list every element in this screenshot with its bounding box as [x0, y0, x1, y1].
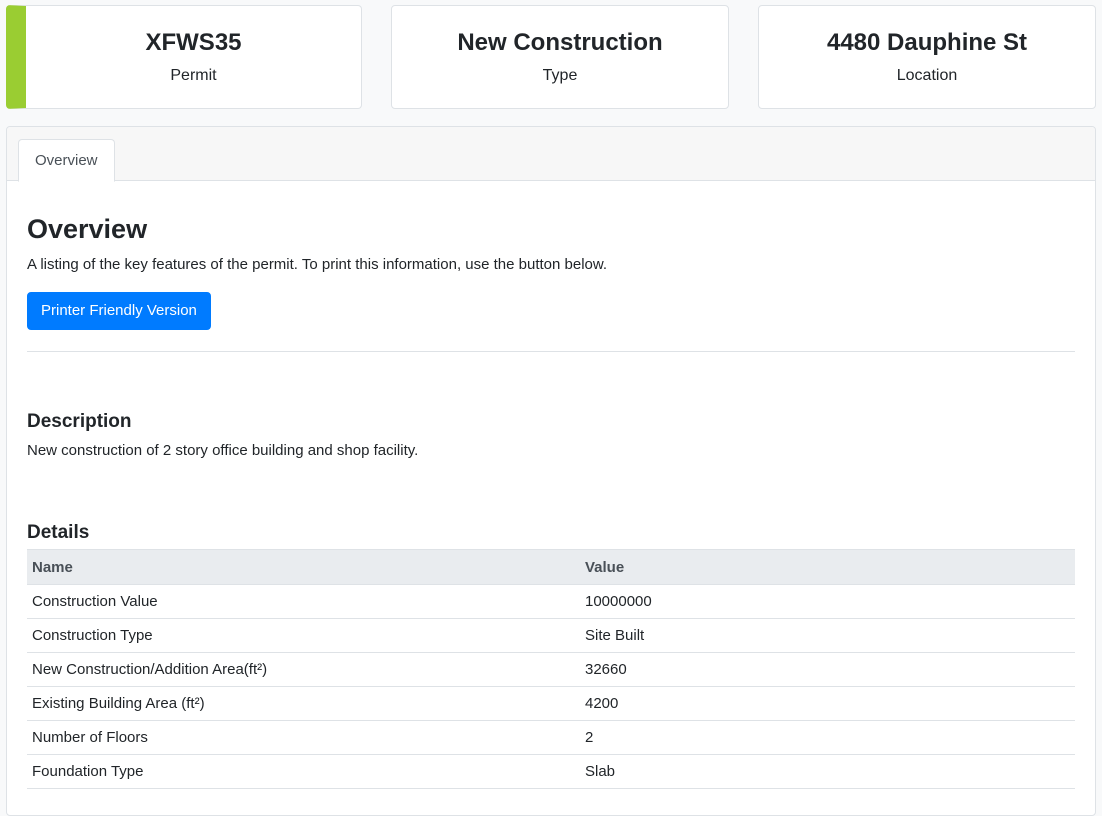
- table-row: Foundation Type Slab: [27, 754, 1075, 789]
- description-heading: Description: [27, 411, 132, 432]
- table-row: Construction Value 10000000: [27, 584, 1075, 619]
- table-row: New Construction/Addition Area(ft²) 3266…: [27, 652, 1075, 687]
- overview-intro: A listing of the key features of the per…: [27, 256, 608, 273]
- type-label: Type: [542, 67, 578, 84]
- row-name: Number of Floors: [27, 720, 580, 755]
- divider: [27, 351, 1075, 352]
- row-value: 2: [580, 720, 1075, 755]
- tab-overview[interactable]: Overview: [18, 139, 115, 182]
- table-row: Number of Floors 2: [27, 720, 1075, 755]
- row-value: 4200: [580, 686, 1075, 721]
- permit-card: XFWS35 Permit: [6, 5, 362, 109]
- location-label: Location: [896, 67, 958, 84]
- overview-title: Overview: [27, 214, 148, 244]
- row-name: Foundation Type: [27, 754, 580, 789]
- permit-label: Permit: [170, 67, 217, 84]
- row-value: Slab: [580, 754, 1075, 789]
- row-name: Construction Type: [27, 618, 580, 653]
- details-header-row: Name Value: [27, 549, 1075, 585]
- details-table: Name Value Construction Value 10000000 C…: [27, 549, 1075, 789]
- row-name: New Construction/Addition Area(ft²): [27, 652, 580, 687]
- table-row: Construction Type Site Built: [27, 618, 1075, 653]
- printer-friendly-button[interactable]: Printer Friendly Version: [27, 292, 211, 330]
- summary-cards: XFWS35 Permit New Construction Type 4480…: [6, 5, 1096, 110]
- location-card: 4480 Dauphine St Location: [758, 5, 1096, 109]
- column-header-name: Name: [27, 549, 580, 585]
- row-name: Existing Building Area (ft²): [27, 686, 580, 721]
- tab-bar: Overview: [7, 127, 1095, 182]
- permit-type: New Construction: [457, 29, 663, 56]
- permit-panel: Overview Overview A listing of the key f…: [6, 126, 1096, 816]
- row-value: 32660: [580, 652, 1075, 687]
- details-heading: Details: [27, 522, 90, 543]
- row-value: Site Built: [580, 618, 1075, 653]
- permit-number: XFWS35: [145, 29, 242, 56]
- overview-content: Overview A listing of the key features o…: [7, 213, 1095, 789]
- row-value: 10000000: [580, 584, 1075, 619]
- row-name: Construction Value: [27, 584, 580, 619]
- type-card: New Construction Type: [391, 5, 729, 109]
- permit-location: 4480 Dauphine St: [826, 29, 1028, 56]
- column-header-value: Value: [580, 549, 1075, 585]
- description-text: New construction of 2 story office build…: [27, 442, 419, 459]
- table-row: Existing Building Area (ft²) 4200: [27, 686, 1075, 721]
